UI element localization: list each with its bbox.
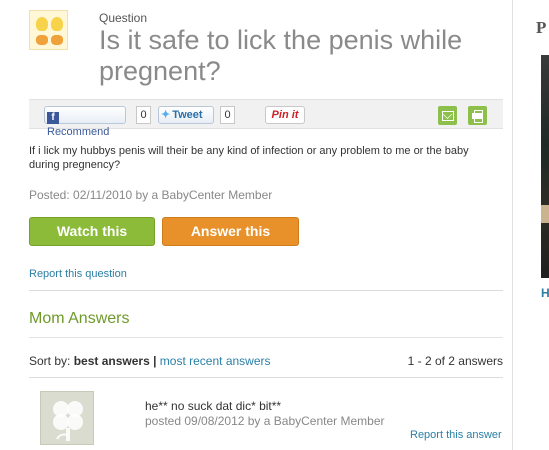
sidebar-divider xyxy=(512,0,513,450)
question-title: Is it safe to lick the penis while pregn… xyxy=(99,25,463,86)
asker-avatar xyxy=(29,10,68,50)
facebook-recommend-button[interactable]: f Recommend xyxy=(44,106,126,138)
print-icon[interactable] xyxy=(468,106,487,125)
report-answer-link[interactable]: Report this answer xyxy=(410,429,502,441)
answer-text: he** no suck dat dic* bit** xyxy=(145,399,282,413)
answer-posted-info: posted 09/08/2012 by a BabyCenter Member xyxy=(145,414,385,428)
sort-row: Sort by: best answers | most recent answ… xyxy=(29,354,503,368)
sort-separator: | xyxy=(153,354,157,368)
question-posted-info: Posted: 02/11/2010 by a BabyCenter Membe… xyxy=(29,188,273,202)
twitter-bird-icon: ✦ xyxy=(161,109,171,121)
facebook-icon: f xyxy=(47,112,59,124)
sidebar-link[interactable]: H xyxy=(541,286,549,300)
mail-icon[interactable] xyxy=(438,106,457,125)
divider xyxy=(29,377,503,378)
report-question-link[interactable]: Report this question xyxy=(29,268,127,280)
tweet-button[interactable]: ✦ Tweet xyxy=(158,106,214,124)
tweet-count: 0 xyxy=(220,106,235,124)
sort-best-answers: best answers xyxy=(73,354,150,368)
facebook-recommend-label: Recommend xyxy=(47,126,110,138)
divider xyxy=(29,290,503,291)
divider xyxy=(29,337,503,338)
mom-answers-heading: Mom Answers xyxy=(29,310,130,327)
default-avatar-icon xyxy=(53,401,83,441)
pin-it-button[interactable]: Pin it xyxy=(265,106,305,124)
question-body: If i lick my hubbys penis will their be … xyxy=(29,145,469,171)
sidebar-heading: P xyxy=(536,18,547,37)
facebook-count: 0 xyxy=(136,106,151,124)
watch-this-button[interactable]: Watch this xyxy=(29,217,155,246)
answerer-avatar xyxy=(40,391,94,445)
answer-this-button[interactable]: Answer this xyxy=(162,217,299,246)
sort-most-recent-link[interactable]: most recent answers xyxy=(160,354,271,368)
answers-count: 1 - 2 of 2 answers xyxy=(407,354,503,368)
question-label: Question xyxy=(99,11,148,25)
sort-prefix: Sort by: xyxy=(29,354,71,368)
sidebar-image[interactable] xyxy=(541,55,549,278)
share-bar: f Recommend 0 ✦ Tweet 0 Pin it xyxy=(29,99,503,138)
tweet-label: Tweet xyxy=(172,109,203,121)
